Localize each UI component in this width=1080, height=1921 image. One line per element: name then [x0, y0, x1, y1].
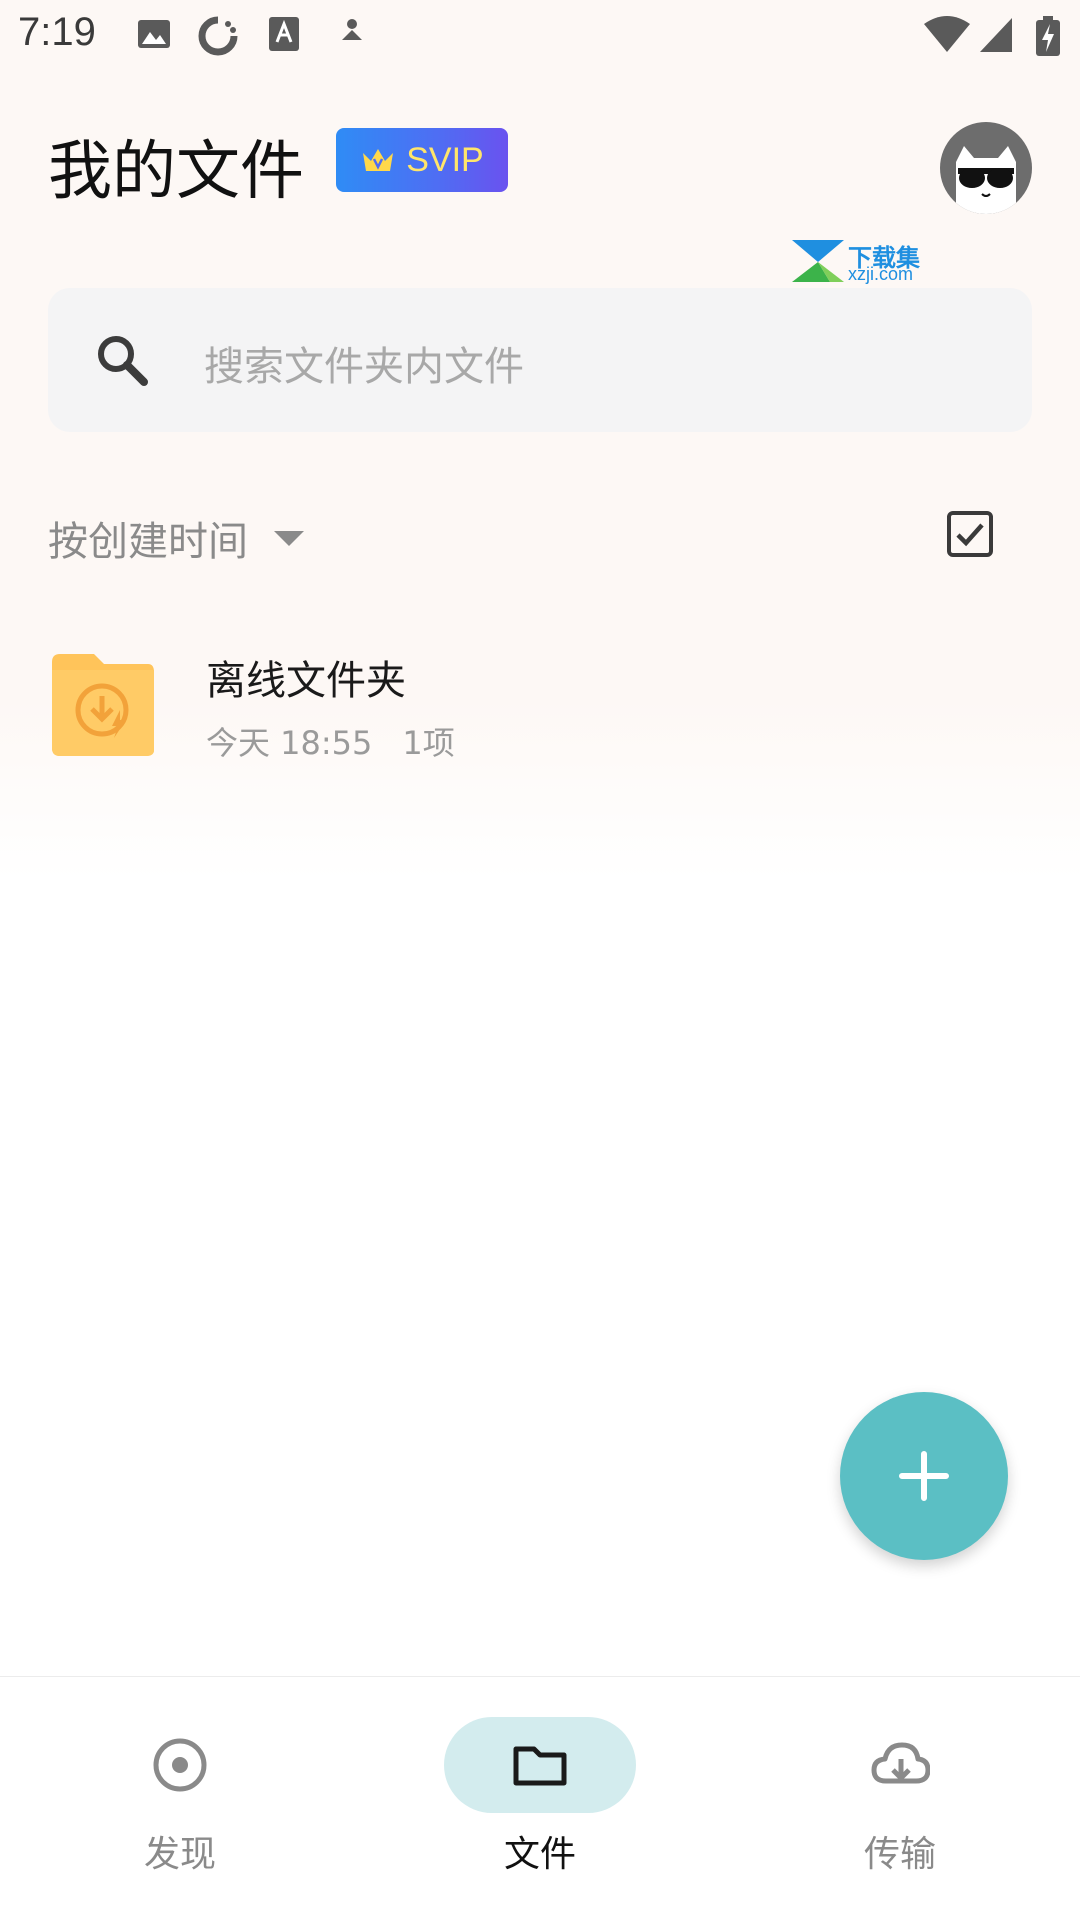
- crown-icon: [363, 149, 394, 171]
- search-bar[interactable]: 搜索文件夹内文件: [48, 288, 1032, 432]
- search-input[interactable]: 搜索文件夹内文件: [204, 334, 524, 392]
- watermark-logo-icon: [792, 240, 844, 282]
- person-icon: [342, 19, 362, 40]
- a-icon: [269, 17, 299, 51]
- nav-item-transfer[interactable]: 传输: [720, 1677, 1080, 1921]
- avatar[interactable]: [940, 122, 1032, 214]
- multi-select-checkbox[interactable]: [946, 510, 994, 558]
- file-count: 1项: [402, 724, 455, 762]
- file-name: 离线文件夹: [206, 658, 406, 704]
- sort-label: 按创建时间: [48, 519, 248, 565]
- file-date: 今天 18:55: [206, 724, 373, 762]
- image-icon: [138, 20, 170, 48]
- nav-label-transfer: 传输: [863, 1834, 936, 1875]
- bottom-nav: 发现 文件 传输: [0, 1676, 1080, 1921]
- add-button[interactable]: [840, 1392, 1008, 1560]
- wifi-icon: [924, 16, 970, 52]
- svip-badge[interactable]: SVIP: [336, 128, 508, 192]
- nav-icon-container: [444, 1717, 636, 1813]
- watermark: 下载集 xzji.com: [790, 238, 930, 286]
- nav-item-files[interactable]: 文件: [360, 1677, 720, 1921]
- status-time: 7:19: [18, 10, 96, 54]
- nav-icon-container: [804, 1717, 996, 1813]
- status-bar: 7:19: [0, 0, 1080, 72]
- sort-dropdown[interactable]: 按创建时间: [48, 508, 306, 568]
- page-title: 我的文件: [48, 135, 304, 209]
- cat-avatar-icon: [956, 146, 1016, 214]
- nav-item-discover[interactable]: 发现: [0, 1677, 360, 1921]
- plus-icon: [899, 1451, 949, 1501]
- nav-label-discover: 发现: [143, 1834, 216, 1875]
- caret-down-icon: [274, 531, 304, 546]
- offline-folder-icon: [52, 654, 154, 756]
- cloud-download-icon: [871, 1742, 930, 1784]
- search-icon: [98, 336, 148, 386]
- folder-icon: [513, 1746, 567, 1786]
- nav-icon-container: [84, 1717, 276, 1813]
- signal-icon: [980, 18, 1012, 52]
- sync-icon: [198, 16, 238, 56]
- file-meta: 今天 18:55 1项: [206, 718, 455, 764]
- svip-label: SVIP: [406, 140, 484, 179]
- nav-label-files: 文件: [503, 1834, 576, 1875]
- list-item[interactable]: 离线文件夹 今天 18:55 1项: [0, 630, 1080, 780]
- watermark-subtitle: xzji.com: [848, 264, 914, 284]
- discover-icon: [153, 1738, 207, 1792]
- battery-charging-icon: [1036, 16, 1060, 56]
